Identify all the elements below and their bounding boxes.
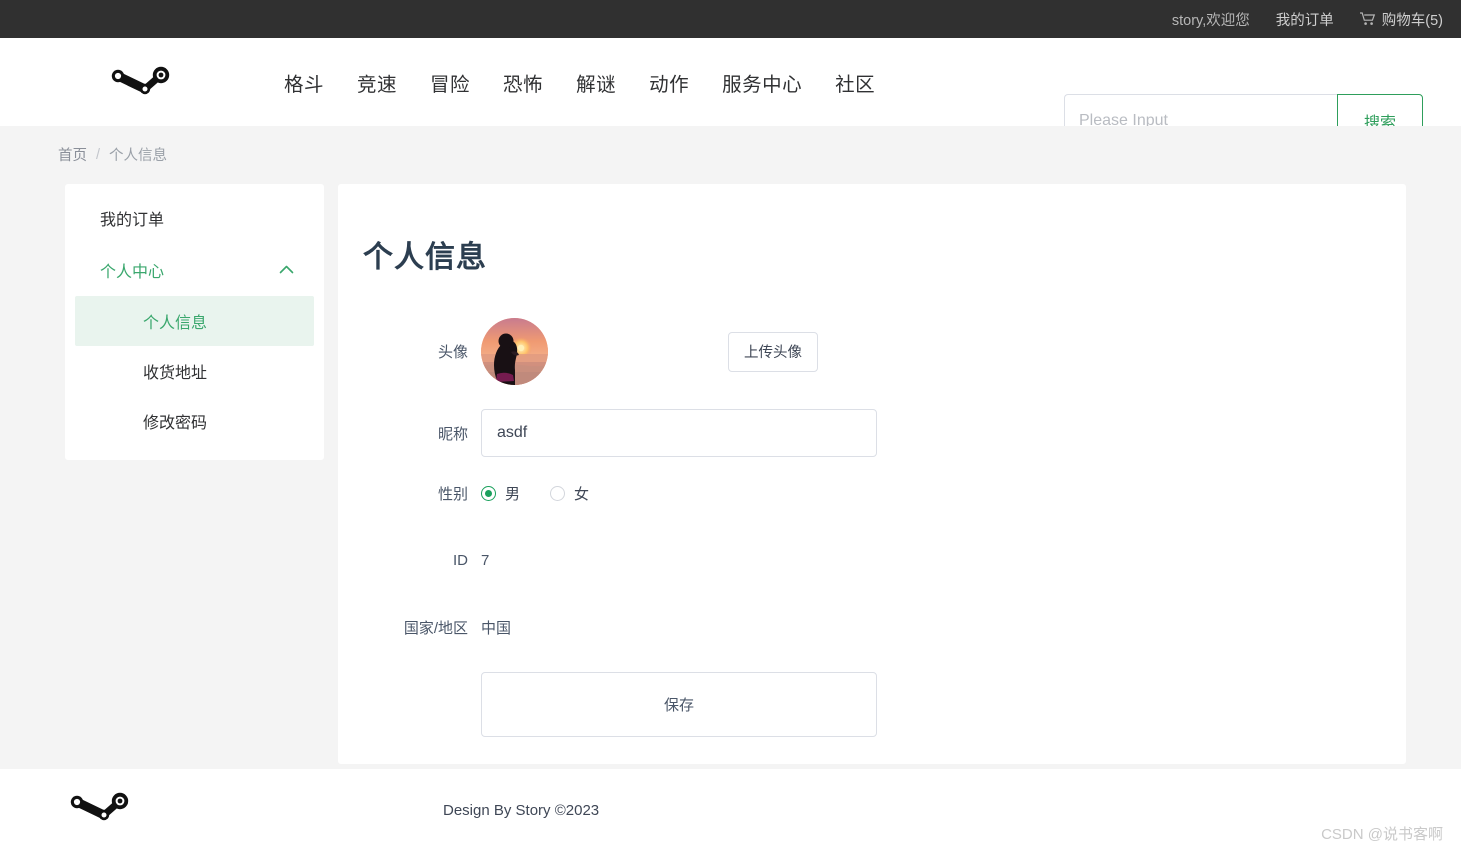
shopping-cart-icon: [1359, 12, 1376, 26]
breadcrumb-current: 个人信息: [109, 148, 168, 164]
nav-item-5[interactable]: 动作: [649, 68, 689, 97]
header-logo[interactable]: [0, 66, 270, 98]
save-row: 保存: [338, 672, 1406, 737]
sidebar-item-personal-info[interactable]: 个人信息: [75, 296, 314, 346]
gender-male-label: 男: [505, 486, 521, 503]
footer-copyright: Design By Story ©2023: [443, 802, 600, 819]
sidebar-group-personal-center[interactable]: 个人中心: [65, 244, 324, 296]
gender-radio-group: 男 女: [481, 483, 589, 504]
nav-item-1[interactable]: 竞速: [357, 68, 397, 97]
gender-radio-male[interactable]: 男: [481, 483, 520, 504]
nav-item-0[interactable]: 格斗: [284, 68, 324, 97]
country-value: 中国: [481, 620, 512, 637]
user-avatar-photo[interactable]: [481, 318, 548, 385]
country-label: 国家/地区: [403, 620, 468, 637]
breadcrumb: 首页 / 个人信息: [0, 126, 1461, 165]
form-row-id: ID 7: [363, 552, 1406, 569]
gender-radio-female[interactable]: 女: [550, 483, 589, 504]
watermark: CSDN @说书客啊: [1321, 826, 1443, 843]
steam-logo-icon: [68, 792, 130, 828]
sidebar-item-my-orders[interactable]: 我的订单: [65, 192, 324, 244]
breadcrumb-home[interactable]: 首页: [58, 144, 87, 165]
nav-item-2[interactable]: 冒险: [430, 68, 470, 97]
site-header: 格斗 竞速 冒险 恐怖 解谜 动作 服务中心 社区 搜索: [0, 38, 1461, 148]
top-utility-bar: story,欢迎您 我的订单 购物车(5): [0, 0, 1461, 38]
cart-label: 购物车(5): [1381, 12, 1443, 29]
personal-info-form: 头像 上传头像 昵称 asdf 性别 男 女 ID 7 国家/地区 中国: [338, 318, 1406, 638]
form-row-avatar: 头像 上传头像: [363, 318, 1406, 385]
site-footer: Design By Story ©2023 CSDN @说书客啊: [0, 769, 1461, 852]
main-navigation: 格斗 竞速 冒险 恐怖 解谜 动作 服务中心 社区: [284, 68, 875, 97]
my-orders-link[interactable]: 我的订单: [1276, 9, 1334, 30]
nav-item-6[interactable]: 服务中心: [722, 68, 802, 97]
nav-item-4[interactable]: 解谜: [576, 68, 616, 97]
user-greeting: story,欢迎您: [1171, 12, 1250, 29]
steam-logo-icon: [109, 66, 171, 98]
form-row-gender: 性别 男 女: [363, 483, 1406, 504]
breadcrumb-separator: /: [96, 146, 101, 163]
chevron-up-icon: [279, 261, 294, 279]
radio-selected-icon: [481, 486, 496, 501]
nickname-label: 昵称: [437, 425, 468, 443]
sidebar-menu: 我的订单 个人中心 个人信息 收货地址 修改密码: [65, 184, 324, 460]
nav-item-7[interactable]: 社区: [835, 68, 875, 97]
radio-unselected-icon: [550, 486, 566, 501]
form-row-nickname: 昵称: [363, 409, 1406, 457]
nickname-input[interactable]: [481, 409, 877, 457]
cart-link[interactable]: 购物车(5): [1359, 9, 1443, 30]
sidebar-item-change-password[interactable]: 修改密码: [75, 396, 314, 446]
page-body: 首页 / 个人信息 我的订单 个人中心 个人信息 收货地址 修改密码 个人信息: [0, 126, 1461, 769]
save-button[interactable]: 保存: [481, 672, 877, 737]
upload-avatar-button[interactable]: 上传头像: [728, 331, 818, 372]
avatar-label: 头像: [437, 344, 468, 361]
gender-female-label: 女: [574, 486, 590, 503]
sidebar-group-label: 个人中心: [100, 264, 165, 281]
sidebar-item-shipping-address[interactable]: 收货地址: [75, 346, 314, 396]
personal-info-card: 个人信息 头像 上传头像 昵称 asdf 性别 男 女 ID 7 国家/地区 中…: [338, 184, 1406, 764]
footer-logo[interactable]: [0, 792, 130, 829]
id-value: 7: [481, 552, 490, 569]
content-columns: 我的订单 个人中心 个人信息 收货地址 修改密码 个人信息 头像 上传头像 昵称…: [0, 165, 1461, 764]
page-title: 个人信息: [363, 241, 487, 274]
id-label: ID: [453, 552, 468, 569]
nav-item-3[interactable]: 恐怖: [503, 68, 543, 97]
form-row-country: 国家/地区 中国: [363, 617, 1406, 638]
gender-label: 性别: [437, 486, 468, 503]
